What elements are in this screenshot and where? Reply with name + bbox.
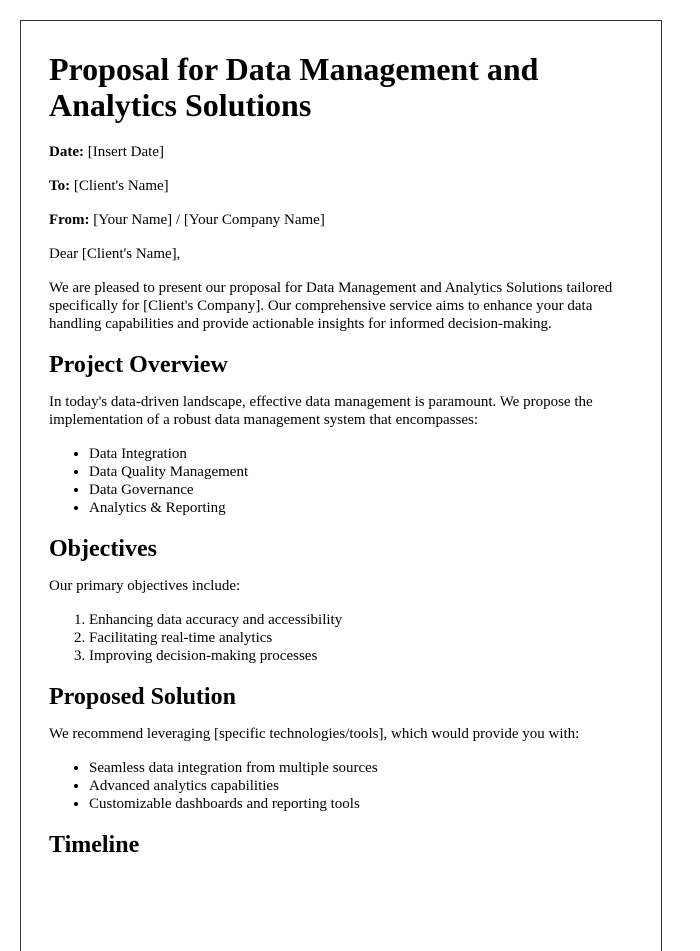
document-title: Proposal for Data Management and Analyti… bbox=[49, 51, 539, 123]
section-heading-overview: Project Overview bbox=[49, 352, 228, 378]
list-item: Data Governance bbox=[89, 481, 633, 499]
list-item: Analytics & Reporting bbox=[89, 499, 633, 517]
from-value: [Your Name] / [Your Company Name] bbox=[93, 212, 325, 228]
list-item: Improving decision-making processes bbox=[89, 647, 633, 665]
list-item: Seamless data integration from multiple … bbox=[89, 759, 633, 777]
list-item: Facilitating real-time analytics bbox=[89, 629, 633, 647]
date-line: Date: [Insert Date] bbox=[49, 143, 633, 161]
list-item: Customizable dashboards and reporting to… bbox=[89, 795, 633, 813]
intro-paragraph: We are pleased to present our proposal f… bbox=[49, 280, 613, 332]
from-label: From: bbox=[49, 212, 90, 228]
list-item: Data Integration bbox=[89, 445, 633, 463]
date-label: Date: bbox=[49, 144, 84, 160]
solution-list: Seamless data integration from multiple … bbox=[49, 759, 633, 813]
to-line: To: [Client's Name] bbox=[49, 177, 633, 195]
list-item: Enhancing data accuracy and accessibilit… bbox=[89, 611, 633, 629]
section-heading-solution: Proposed Solution bbox=[49, 684, 236, 710]
objectives-paragraph: Our primary objectives include: bbox=[49, 578, 241, 594]
to-label: To: bbox=[49, 178, 71, 194]
list-item: Advanced analytics capabilities bbox=[89, 777, 633, 795]
objectives-list: Enhancing data accuracy and accessibilit… bbox=[49, 611, 633, 665]
date-value: [Insert Date] bbox=[87, 144, 164, 160]
from-line: From: [Your Name] / [Your Company Name] bbox=[49, 211, 633, 229]
document-page: Proposal for Data Management and Analyti… bbox=[20, 20, 662, 951]
salutation: Dear [Client's Name], bbox=[49, 246, 181, 262]
section-heading-timeline: Timeline bbox=[49, 832, 140, 858]
to-value: [Client's Name] bbox=[73, 178, 169, 194]
overview-paragraph: In today's data-driven landscape, effect… bbox=[49, 394, 593, 428]
section-heading-objectives: Objectives bbox=[49, 536, 157, 562]
solution-paragraph: We recommend leveraging [specific techno… bbox=[49, 726, 580, 742]
overview-list: Data Integration Data Quality Management… bbox=[49, 445, 633, 517]
list-item: Data Quality Management bbox=[89, 463, 633, 481]
